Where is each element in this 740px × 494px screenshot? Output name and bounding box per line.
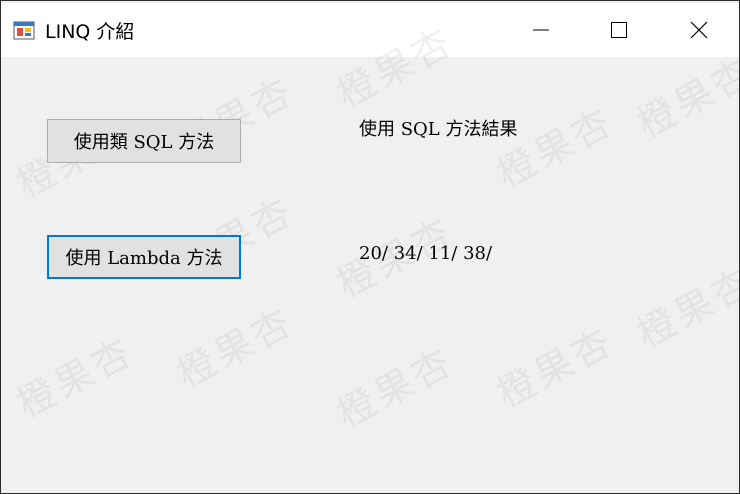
use-sql-method-button[interactable]: 使用類 SQL 方法: [47, 119, 241, 163]
use-lambda-method-button[interactable]: 使用 Lambda 方法: [47, 235, 241, 279]
maximize-icon: [611, 22, 627, 38]
minimize-button[interactable]: [501, 3, 581, 57]
form-client-area: 橙果杏 橙果杏 橙果杏 橙果杏 橙果杏 橙果杏 橙果杏 橙果杏 橙果杏 橙果杏 …: [1, 19, 740, 493]
close-icon: [690, 21, 708, 39]
watermark: 橙果杏: [329, 338, 462, 437]
lambda-result-label: 20/ 34/ 11/ 38/: [359, 243, 493, 264]
app-window: LINQ 介紹 橙果杏 橙果杏 橙果杏 橙果杏 橙果杏 橙果杏 橙果杏 橙果杏 …: [0, 0, 740, 494]
maximize-button[interactable]: [579, 3, 659, 57]
close-button[interactable]: [659, 3, 739, 57]
app-icon: [13, 21, 35, 40]
minimize-icon: [533, 29, 549, 31]
sql-result-label: 使用 SQL 方法結果: [359, 119, 518, 140]
watermark: 橙果杏: [9, 328, 142, 427]
watermark: 橙果杏: [489, 318, 622, 417]
watermark: 橙果杏: [629, 258, 740, 357]
watermark: 橙果杏: [629, 48, 740, 147]
window-title: LINQ 介紹: [45, 21, 135, 43]
watermark: 橙果杏: [489, 98, 622, 197]
watermark: 橙果杏: [169, 298, 302, 397]
